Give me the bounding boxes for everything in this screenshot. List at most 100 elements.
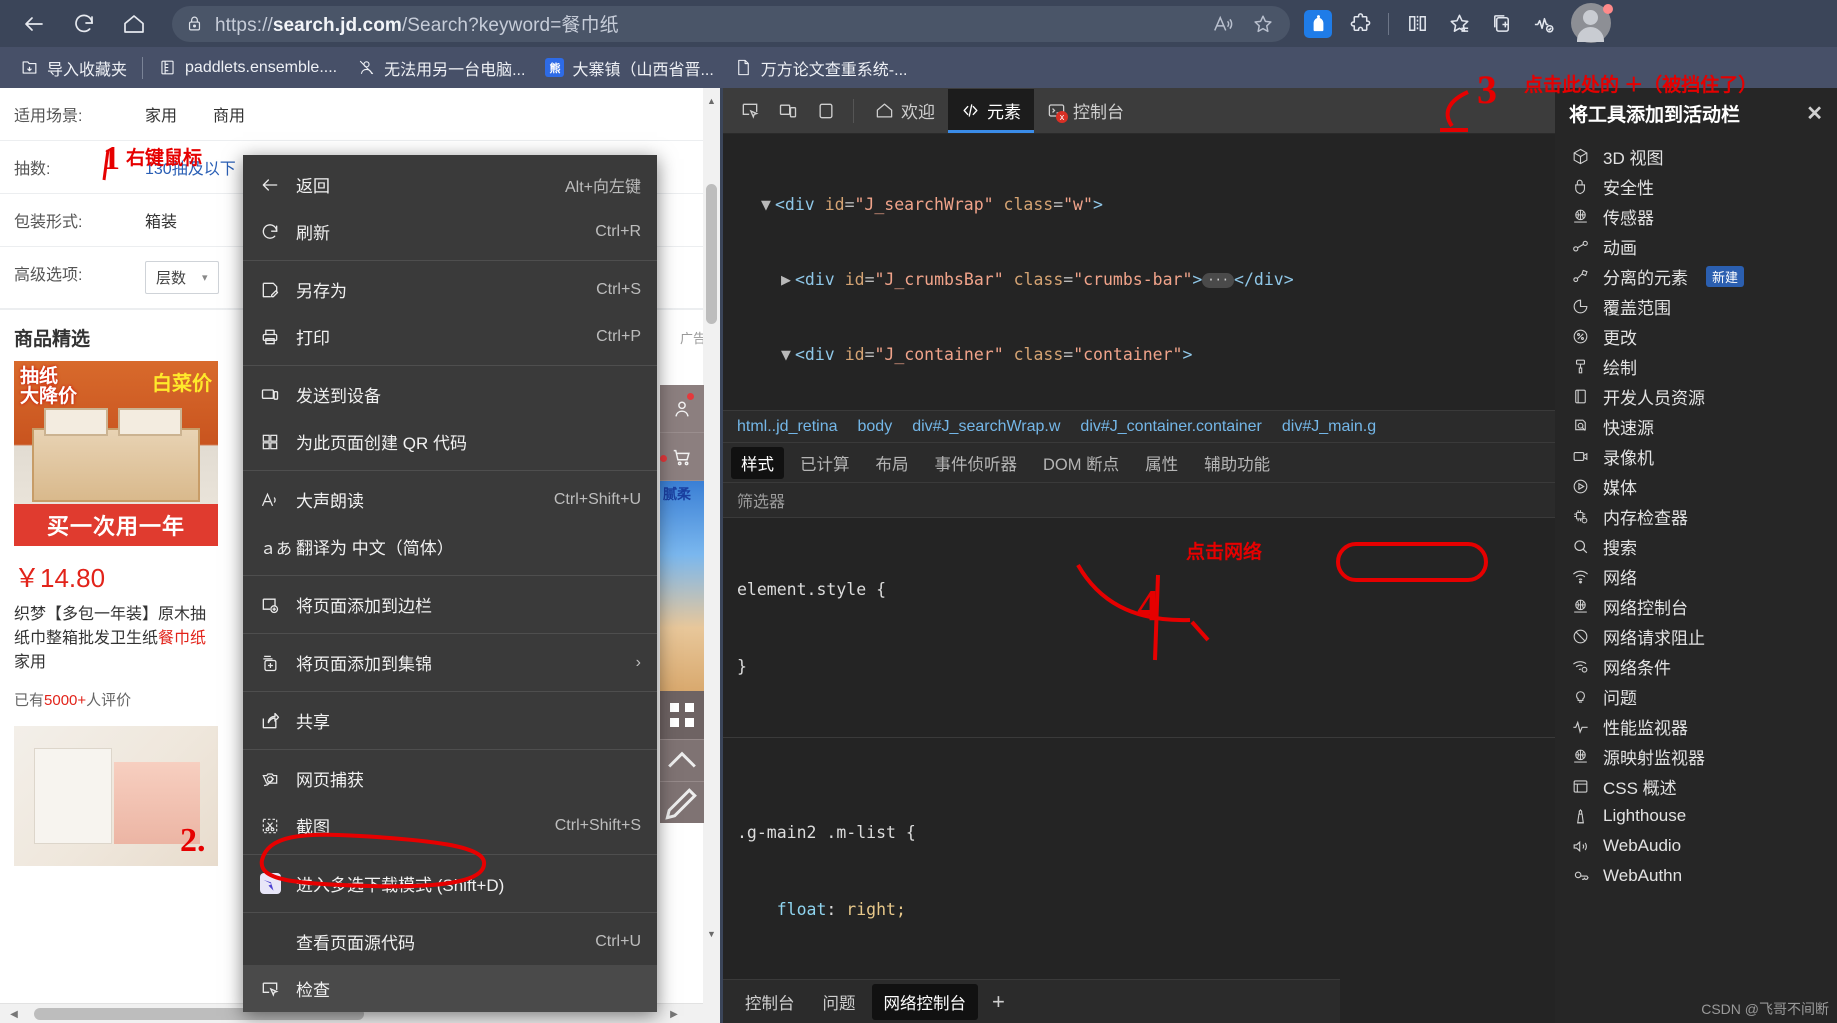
tool-item-webauthn[interactable]: WebAuthn <box>1555 861 1837 891</box>
bookmark-dazhaizhen[interactable]: 熊 大寨镇（山西省晋... <box>535 52 723 84</box>
tool-item-lighthouse[interactable]: Lighthouse <box>1555 801 1837 831</box>
rail-account-button[interactable] <box>660 385 704 433</box>
context-menu-item-send-to-device[interactable]: 发送到设备 <box>243 371 657 418</box>
filter-value-box[interactable]: 箱装 <box>145 208 177 232</box>
filter-value-commercial[interactable]: 商用 <box>213 102 245 126</box>
drawer-tab-issues[interactable]: 问题 <box>811 984 868 1020</box>
tool-item-memory-inspector[interactable]: 内存检查器 <box>1555 501 1837 531</box>
tab-dom-breakpoints[interactable]: DOM 断点 <box>1033 447 1129 479</box>
tool-item-network-conditions[interactable]: 网络条件 <box>1555 651 1837 681</box>
copilot-icon[interactable] <box>1298 4 1338 44</box>
rail-qr-button[interactable] <box>660 691 704 739</box>
tool-item-recorder[interactable]: 录像机 <box>1555 441 1837 471</box>
add-tab-icon[interactable] <box>1481 4 1521 44</box>
tool-item-security[interactable]: 安全性 <box>1555 171 1837 201</box>
tool-item-developer-resources[interactable]: 开发人员资源 <box>1555 381 1837 411</box>
breadcrumb-item[interactable]: div#J_searchWrap.w <box>912 418 1060 436</box>
rail-cart-button[interactable] <box>660 433 704 481</box>
tool-item-media[interactable]: 媒体 <box>1555 471 1837 501</box>
profile-avatar[interactable] <box>1571 2 1613 45</box>
tool-item-css-overview[interactable]: CSS 概述 <box>1555 771 1837 801</box>
context-menu-item-add-to-sidebar[interactable]: 将页面添加到边栏 <box>243 581 657 628</box>
context-menu-item-read-aloud[interactable]: 大声朗读 Ctrl+Shift+U <box>243 476 657 523</box>
back-button[interactable] <box>14 4 54 44</box>
browser-essentials-icon[interactable] <box>1523 4 1563 44</box>
bookmark-paddlets[interactable]: paddlets.ensemble.... <box>148 54 347 81</box>
context-menu-item-add-to-collections[interactable]: 将页面添加到集锦 › <box>243 639 657 686</box>
home-button[interactable] <box>114 4 154 44</box>
drawer-add-tab-icon[interactable]: + <box>982 989 1015 1015</box>
tab-properties[interactable]: 属性 <box>1135 447 1188 479</box>
context-menu-item-translate[interactable]: ａあ 翻译为 中文（简体） <box>243 523 657 570</box>
tool-item-network-request-blocking[interactable]: 网络请求阻止 <box>1555 621 1837 651</box>
tool-item-animations[interactable]: 动画 <box>1555 231 1837 261</box>
rail-ad-image[interactable]: 腻柔 <box>660 481 704 691</box>
context-menu-item-web-capture[interactable]: 网页捕获 <box>243 755 657 802</box>
breadcrumb-item[interactable]: div#J_main.g <box>1282 418 1376 436</box>
devtools-tab-elements[interactable]: 元素 <box>948 88 1034 133</box>
tool-item-rendering[interactable]: 绘制 <box>1555 351 1837 381</box>
context-menu-item-back[interactable]: 返回 Alt+向左键 <box>243 161 657 208</box>
context-menu-item-inspect[interactable]: 检查 <box>243 965 657 1012</box>
reload-button[interactable] <box>64 4 104 44</box>
layers-select[interactable]: 层数 ▾ <box>145 261 219 294</box>
context-menu-item-refresh[interactable]: 刷新 Ctrl+R <box>243 208 657 255</box>
vscroll-thumb[interactable] <box>706 184 717 324</box>
tab-layout[interactable]: 布局 <box>866 447 919 479</box>
extensions-icon[interactable] <box>1340 4 1380 44</box>
devtools-tab-console[interactable]: x 控制台 <box>1034 89 1137 133</box>
read-aloud-icon[interactable] <box>1206 9 1240 39</box>
device-toolbar-icon[interactable] <box>769 92 807 130</box>
tab-computed[interactable]: 已计算 <box>790 447 860 479</box>
scroll-down-icon[interactable]: ▼ <box>703 925 720 943</box>
dock-side-icon[interactable] <box>807 92 845 130</box>
filter-value-sheets[interactable]: 130抽及以下 <box>145 155 236 179</box>
tool-item-search[interactable]: 搜索 <box>1555 531 1837 561</box>
devtools-tab-welcome[interactable]: 欢迎 <box>862 89 948 133</box>
tool-item-sensors[interactable]: 传感器 <box>1555 201 1837 231</box>
product-image-2[interactable] <box>14 726 218 866</box>
bookmark-import-favorites[interactable]: 导入收藏夹 <box>10 52 137 84</box>
address-bar[interactable]: https://search.jd.com/Search?keyword=餐巾纸 <box>172 5 1290 42</box>
split-screen-icon[interactable] <box>1397 4 1437 44</box>
scroll-right-icon[interactable]: ▶ <box>664 1004 684 1023</box>
context-menu-item-qr-code[interactable]: 为此页面创建 QR 代码 <box>243 418 657 465</box>
tab-accessibility[interactable]: 辅助功能 <box>1194 447 1280 479</box>
tool-item-3d-view[interactable]: 3D 视图 <box>1555 141 1837 171</box>
product-title[interactable]: 织梦【多包一年装】原木抽纸巾整箱批发卫生纸餐巾纸家用 <box>0 603 230 675</box>
tool-item-changes[interactable]: 更改 <box>1555 321 1837 351</box>
inspect-element-icon[interactable] <box>731 92 769 130</box>
context-menu-item-share[interactable]: 共享 <box>243 697 657 744</box>
context-menu-item-multi-download[interactable]: 进入多选下载模式 (Shift+D) <box>243 860 657 907</box>
breadcrumb-item[interactable]: body <box>858 418 893 436</box>
scroll-left-icon[interactable]: ◀ <box>4 1004 24 1023</box>
bookmark-other-pc[interactable]: 无法用另一台电脑... <box>347 52 535 84</box>
breadcrumb-item[interactable]: div#J_container.container <box>1080 418 1261 436</box>
context-menu-item-save-as[interactable]: 另存为 Ctrl+S <box>243 266 657 313</box>
page-vertical-scrollbar[interactable]: ▲ ▼ <box>703 88 720 1023</box>
tool-item-network[interactable]: 网络 <box>1555 561 1837 591</box>
tool-item-performance-monitor[interactable]: 性能监视器 <box>1555 711 1837 741</box>
drawer-tab-console[interactable]: 控制台 <box>733 984 807 1020</box>
tool-item-source-map-monitor[interactable]: 源映射监视器 <box>1555 741 1837 771</box>
tab-event-listeners[interactable]: 事件侦听器 <box>925 447 1028 479</box>
tool-item-detached-elements[interactable]: 分离的元素 新建 <box>1555 261 1837 291</box>
tool-item-webaudio[interactable]: WebAudio <box>1555 831 1837 861</box>
tool-item-quick-source[interactable]: 快速源 <box>1555 411 1837 441</box>
tool-item-issues[interactable]: 问题 <box>1555 681 1837 711</box>
context-menu-item-screenshot[interactable]: 截图 Ctrl+Shift+S <box>243 802 657 849</box>
drawer-tab-network-console[interactable]: 网络控制台 <box>871 983 978 1020</box>
tool-item-network-console[interactable]: 网络控制台 <box>1555 591 1837 621</box>
close-icon[interactable]: ✕ <box>1806 101 1823 126</box>
breadcrumb-item[interactable]: html..jd_retina <box>737 418 838 436</box>
context-menu-item-print[interactable]: 打印 Ctrl+P <box>243 313 657 360</box>
tool-item-coverage[interactable]: 覆盖范围 <box>1555 291 1837 321</box>
filter-value-home[interactable]: 家用 <box>145 102 177 126</box>
bookmark-wanfang[interactable]: 万方论文查重系统-... <box>724 52 918 84</box>
scroll-up-icon[interactable]: ▲ <box>703 92 720 110</box>
context-menu-item-view-source[interactable]: 查看页面源代码 Ctrl+U <box>243 918 657 965</box>
collections-icon[interactable] <box>1439 4 1479 44</box>
rail-feedback-button[interactable] <box>660 781 704 823</box>
rail-scroll-top-button[interactable] <box>660 739 704 781</box>
favorite-star-icon[interactable] <box>1246 9 1280 39</box>
